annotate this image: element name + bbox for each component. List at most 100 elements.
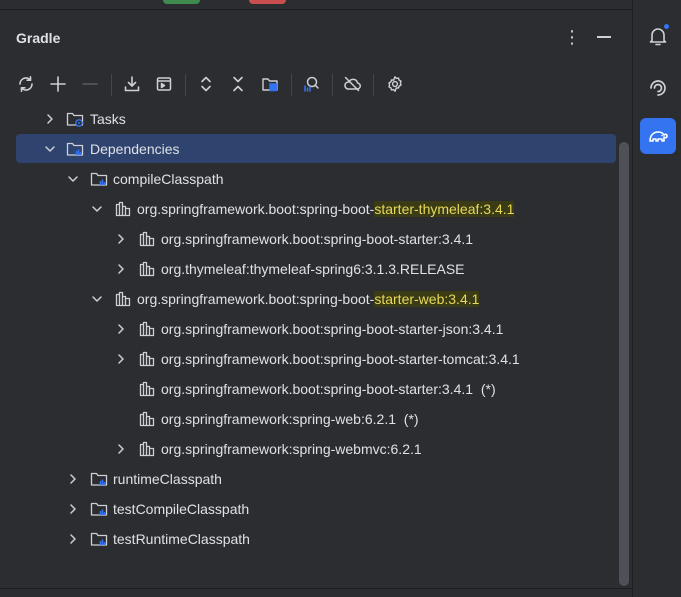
ai-assistant-icon[interactable]: [640, 70, 676, 106]
tree-node-starter-json[interactable]: org.springframework.boot:spring-boot-sta…: [16, 314, 616, 343]
settings-icon[interactable]: [381, 70, 409, 98]
tree-node-test-runtime-classpath[interactable]: testRuntimeClasspath: [16, 524, 616, 553]
chevron-right-icon[interactable]: [115, 263, 127, 275]
artifact-name: org.springframework.boot:spring-boot-sta…: [161, 380, 474, 397]
tree-node-runtime-classpath[interactable]: runtimeClasspath: [16, 464, 616, 493]
artifact-name: org.springframework:spring-web:6.2.1: [161, 410, 396, 427]
collapse-all-icon[interactable]: [224, 70, 252, 98]
gradle-elephant-icon[interactable]: [640, 118, 676, 154]
tree-node-starter-tomcat[interactable]: org.springframework.boot:spring-boot-sta…: [16, 344, 616, 373]
toolbar-separator: [373, 74, 374, 96]
search-highlight-version: :3.4.1: [479, 200, 515, 217]
duplicate-marker: (*): [403, 410, 419, 427]
tree-node-spring-boot-starter-duplicate[interactable]: org.springframework.boot:spring-boot-sta…: [16, 374, 616, 403]
classpath-folder-icon: [90, 470, 108, 488]
tasks-folder-icon: [66, 110, 84, 128]
dependency-tree: Tasks Dependencies compileClasspath org.…: [0, 104, 618, 588]
tree-node-starter-thymeleaf[interactable]: org.springframework.boot:spring-boot-sta…: [16, 194, 616, 223]
search-highlight: starter-web: [374, 290, 445, 307]
library-icon: [138, 440, 156, 458]
bottom-border: [0, 588, 632, 597]
tree-node-label: testCompileClasspath: [113, 500, 250, 517]
chevron-right-icon[interactable]: [115, 323, 127, 335]
stop-indicator-red[interactable]: [249, 0, 286, 4]
tree-node-label: org.springframework:spring-webmvc:6.2.1: [161, 440, 422, 457]
toolbar-separator: [185, 74, 186, 96]
minimize-icon[interactable]: [594, 25, 614, 49]
chevron-right-icon[interactable]: [67, 533, 79, 545]
gradle-tool-window: Gradle ⋮ Tasks Dependencies compileClass…: [0, 0, 681, 597]
tree-node-spring-web[interactable]: org.springframework:spring-web:6.2.1 (*): [16, 404, 616, 433]
library-icon: [114, 200, 132, 218]
library-icon: [138, 380, 156, 398]
editor-tab-strip: [0, 0, 632, 10]
vertical-scrollbar[interactable]: [619, 142, 629, 586]
run-indicator-green[interactable]: [163, 0, 200, 4]
classpath-folder-icon: [90, 170, 108, 188]
chevron-right-icon[interactable]: [115, 233, 127, 245]
duplicate-marker: (*): [480, 380, 496, 397]
tree-node-spring-boot-starter[interactable]: org.springframework.boot:spring-boot-sta…: [16, 224, 616, 253]
tree-node-label: Dependencies: [90, 140, 180, 157]
reload-all-icon[interactable]: [12, 70, 40, 98]
tree-node-thymeleaf-spring6[interactable]: org.thymeleaf:thymeleaf-spring6:3.1.3.RE…: [16, 254, 616, 283]
offline-mode-icon[interactable]: [338, 70, 366, 98]
tree-node-tasks[interactable]: Tasks: [16, 104, 616, 133]
tree-node-label: Tasks: [90, 110, 126, 127]
library-icon: [138, 410, 156, 428]
execute-task-icon[interactable]: [150, 70, 178, 98]
dependencies-folder-icon: [66, 140, 84, 158]
tree-node-label: org.springframework:spring-web:6.2.1 (*): [161, 411, 419, 427]
toolbar-separator: [111, 74, 112, 96]
notifications-icon[interactable]: [640, 18, 676, 54]
library-icon: [138, 230, 156, 248]
link-project-icon[interactable]: [44, 70, 72, 98]
tree-node-spring-webmvc[interactable]: org.springframework:spring-webmvc:6.2.1: [16, 434, 616, 463]
tree-node-starter-web[interactable]: org.springframework.boot:spring-boot-sta…: [16, 284, 616, 313]
panel-title: Gradle: [16, 30, 61, 46]
tree-node-label: org.springframework.boot:spring-boot-sta…: [161, 320, 504, 337]
tree-node-label: testRuntimeClasspath: [113, 530, 250, 547]
panel-header: Gradle ⋮: [0, 11, 632, 61]
library-icon: [138, 350, 156, 368]
chevron-down-icon[interactable]: [67, 173, 79, 185]
chevron-right-icon[interactable]: [67, 503, 79, 515]
classpath-folder-icon: [90, 500, 108, 518]
tree-node-label: org.springframework.boot:spring-boot-sta…: [137, 290, 480, 307]
classpath-folder-icon: [90, 530, 108, 548]
gradle-toolbar: [0, 66, 632, 104]
more-options-icon[interactable]: ⋮: [562, 25, 582, 49]
tree-node-label: compileClasspath: [113, 170, 224, 187]
artifact-prefix: org.springframework.boot:spring-boot-: [137, 200, 375, 217]
chevron-right-icon[interactable]: [115, 353, 127, 365]
chevron-right-icon[interactable]: [67, 473, 79, 485]
tree-node-label: org.springframework.boot:spring-boot-sta…: [137, 200, 515, 217]
library-icon: [138, 260, 156, 278]
tree-node-dependencies[interactable]: Dependencies: [16, 134, 616, 163]
chevron-down-icon[interactable]: [44, 143, 56, 155]
tree-node-label: org.springframework.boot:spring-boot-sta…: [161, 381, 496, 397]
artifact-prefix: org.springframework.boot:spring-boot-: [137, 290, 375, 307]
tree-node-label: org.springframework.boot:spring-boot-sta…: [161, 350, 520, 367]
library-icon: [138, 320, 156, 338]
tree-node-label: org.springframework.boot:spring-boot-sta…: [161, 230, 474, 247]
tree-node-compile-classpath[interactable]: compileClasspath: [16, 164, 616, 193]
library-icon: [114, 290, 132, 308]
expand-all-icon[interactable]: [192, 70, 220, 98]
group-modules-icon[interactable]: [256, 70, 284, 98]
chevron-right-icon[interactable]: [115, 443, 127, 455]
chevron-right-icon[interactable]: [44, 113, 56, 125]
notification-badge: [663, 23, 670, 30]
chevron-down-icon[interactable]: [91, 203, 103, 215]
tree-node-test-compile-classpath[interactable]: testCompileClasspath: [16, 494, 616, 523]
right-tool-strip: [632, 0, 681, 597]
search-highlight: starter-thymeleaf: [374, 200, 480, 217]
chevron-down-icon[interactable]: [91, 293, 103, 305]
tree-node-label: runtimeClasspath: [113, 470, 222, 487]
download-sources-icon[interactable]: [118, 70, 146, 98]
search-highlight-version: :3.4.1: [444, 290, 480, 307]
analyze-dependencies-icon[interactable]: [297, 70, 325, 98]
tree-node-label: org.thymeleaf:thymeleaf-spring6:3.1.3.RE…: [161, 260, 465, 277]
unlink-project-icon[interactable]: [76, 70, 104, 98]
toolbar-separator: [291, 74, 292, 96]
